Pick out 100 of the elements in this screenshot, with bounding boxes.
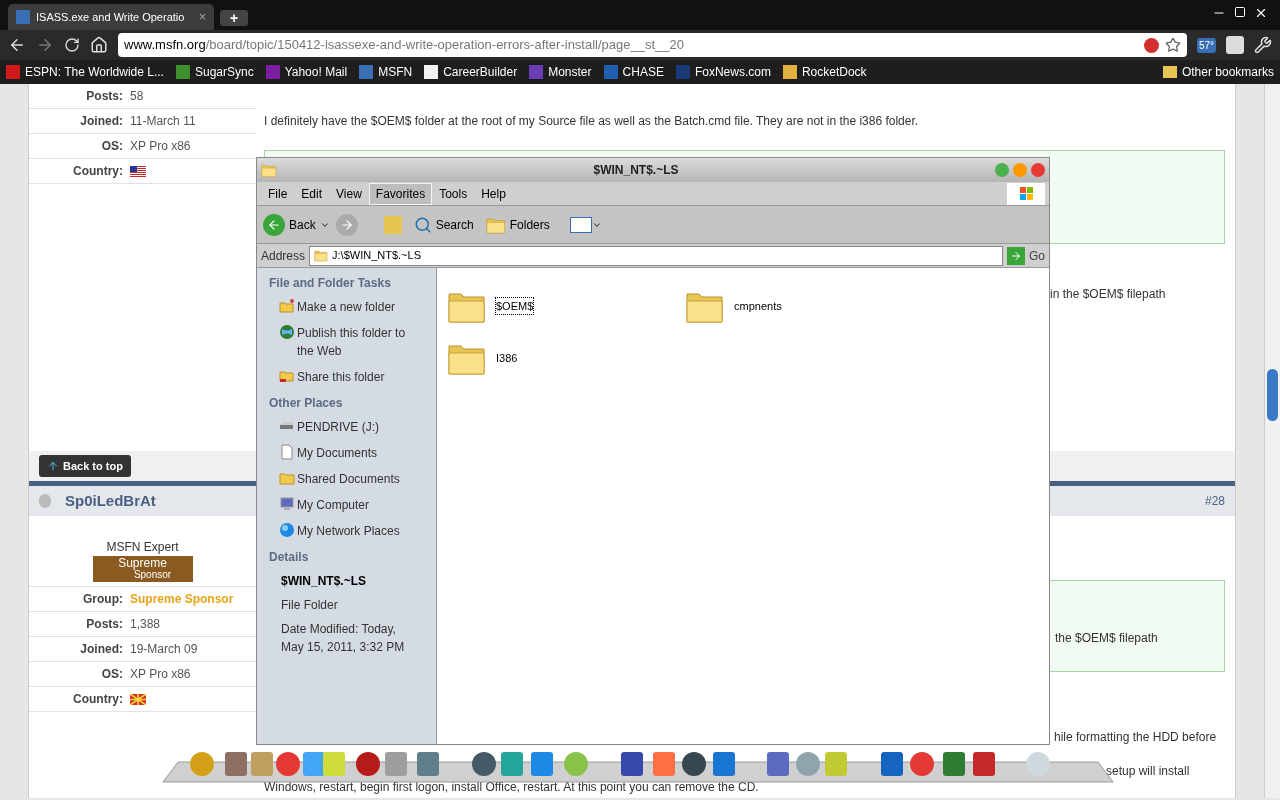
close-tab-button[interactable]: × <box>199 8 206 26</box>
windows-logo-icon <box>1007 182 1045 205</box>
task-link[interactable]: PENDRIVE (J:) <box>279 418 424 436</box>
menu-item[interactable]: View <box>329 182 369 205</box>
folder-icon <box>261 162 277 178</box>
field-label: Joined: <box>79 113 123 130</box>
detail-name: $WIN_NT$.~LS <box>281 573 368 590</box>
network-globe-icon <box>279 522 295 538</box>
folder-icon <box>1162 66 1177 78</box>
post-text-fragment: setup will install <box>1106 764 1191 778</box>
shared-folder-icon <box>279 368 295 384</box>
bookmark-link[interactable]: ESPN: The Worldwide L... <box>6 63 164 81</box>
task-link[interactable]: Shared Documents <box>279 470 424 488</box>
bookmark-star-icon[interactable] <box>1164 37 1181 53</box>
back-button[interactable]: Back <box>263 213 330 236</box>
search-icon <box>413 215 432 234</box>
flag-icon <box>130 165 146 177</box>
task-link[interactable]: My Network Places <box>279 522 424 540</box>
go-button[interactable]: Go <box>1007 246 1045 265</box>
wrench-icon[interactable] <box>1254 36 1272 54</box>
close-icon[interactable] <box>1254 6 1268 20</box>
weather-button[interactable]: 57° <box>1196 37 1216 53</box>
sponsor-badge: Supreme Sponsor <box>92 556 193 582</box>
folder-name[interactable]: $OEM$ <box>495 296 535 316</box>
task-link[interactable]: Make a new folder <box>279 298 424 316</box>
new-tab-button[interactable]: + <box>220 10 248 26</box>
address-field[interactable]: J:\$WIN_NT$.~LS <box>309 245 1003 266</box>
bookmark-link[interactable]: Yahoo! Mail <box>265 63 348 81</box>
folder-name[interactable]: cmpnents <box>733 296 783 316</box>
document-icon <box>279 444 295 460</box>
task-link[interactable]: My Documents <box>279 444 424 462</box>
scrollbar[interactable] <box>1264 84 1280 798</box>
window-title: $WIN_NT$.~LS <box>592 162 680 179</box>
post-text: Windows, restart, begin first logon, install Office, restart. At this point you can remove the CD. <box>264 780 760 794</box>
menu-item[interactable]: Favorites <box>368 182 433 205</box>
bookmark-link[interactable]: SugarSync <box>175 63 254 81</box>
computer-icon <box>279 496 295 512</box>
menu-item[interactable]: Help <box>474 182 513 205</box>
field-value: XP Pro x86 <box>130 138 191 155</box>
bookmark-link[interactable]: CHASE <box>603 63 664 81</box>
field-label: Country: <box>72 163 123 180</box>
member-rank: MSFN Expert <box>106 539 179 556</box>
back-to-top-button[interactable]: Back to top <box>39 455 131 477</box>
msfn-favicon-icon <box>16 10 30 24</box>
field-value: Supreme Sponsor <box>130 591 234 608</box>
detail-date: Date Modified: Today, May 15, 2011, 3:32 PM <box>281 621 406 656</box>
task-link[interactable]: Publish this folder to the Web <box>279 324 424 360</box>
section-heading: File and Folder Tasks <box>269 275 392 292</box>
folder-icon <box>314 249 329 262</box>
browser-tab[interactable]: ISASS.exe and Write Operatio × <box>8 4 214 30</box>
go-arrow-icon <box>1010 249 1022 262</box>
bookmark-link[interactable]: FoxNews.com <box>675 63 771 81</box>
folders-button[interactable]: Folders <box>485 215 550 234</box>
post-text: I definitely have the $OEM$ folder at the root of my Source file as well as the Batch.cmd file. They are not in the i386 folder. <box>264 113 920 130</box>
address-bar[interactable]: www.msfn.org/board/topic/150412-isassexe-and-write-operation-errors-after-install/page__st__20 <box>118 33 1187 57</box>
reload-icon[interactable] <box>64 37 80 53</box>
field-label: Posts: <box>85 616 123 633</box>
menu-item[interactable]: File <box>261 182 295 205</box>
new-folder-icon <box>279 298 295 314</box>
post-text-fragment: hile formatting the HDD before <box>1054 730 1218 744</box>
menu-item[interactable]: Edit <box>294 182 330 205</box>
field-value: XP Pro x86 <box>130 666 191 683</box>
close-button[interactable] <box>1031 163 1045 177</box>
back-icon[interactable] <box>8 36 26 54</box>
field-label: Posts: <box>85 88 123 105</box>
task-link[interactable]: My Computer <box>279 496 424 514</box>
section-heading: Other Places <box>269 395 344 412</box>
bookmark-link[interactable]: MSFN <box>359 63 413 81</box>
username[interactable]: Sp0iLedBrAt <box>65 489 156 513</box>
field-label: Country: <box>72 691 123 708</box>
field-label: Group: <box>82 591 123 608</box>
bookmark-link[interactable]: CareerBuilder <box>424 63 518 81</box>
address-label: Address <box>261 247 306 265</box>
search-button[interactable]: Search <box>413 215 474 234</box>
scroll-thumb[interactable] <box>1267 369 1278 421</box>
task-link[interactable]: Share this folder <box>279 368 424 386</box>
maximize-icon[interactable] <box>1234 6 1246 18</box>
detail-type: File Folder <box>281 597 339 614</box>
bookmark-link[interactable]: Monster <box>529 63 592 81</box>
field-value: 19-March 09 <box>130 641 198 658</box>
other-bookmarks-link[interactable]: Other bookmarks <box>1162 63 1274 81</box>
home-icon[interactable] <box>90 36 108 54</box>
folders-icon <box>485 215 506 234</box>
quote-text-fragment: the $OEM$ filepath <box>1055 631 1158 645</box>
url-text: www.msfn.org/board/topic/150412-isassexe-and-write-operation-errors-after-install/page__st__20 <box>124 36 684 55</box>
bookmark-link[interactable]: RocketDock <box>782 63 867 81</box>
flag-icon <box>130 693 146 705</box>
forward-icon[interactable] <box>36 36 54 54</box>
field-value: 11-March 11 <box>130 113 196 130</box>
menu-item[interactable]: Tools <box>432 182 475 205</box>
folder-name[interactable]: I386 <box>495 348 519 368</box>
user-avatar-icon <box>39 494 51 508</box>
adblock-icon[interactable] <box>1143 37 1159 53</box>
field-label: Joined: <box>79 641 123 658</box>
views-icon[interactable] <box>569 216 602 233</box>
globe-icon <box>279 324 295 340</box>
post-number[interactable]: #28 <box>1204 492 1225 510</box>
section-heading: Details <box>269 549 310 566</box>
tab-title: ISASS.exe and Write Operatio <box>36 9 186 25</box>
post-text-fragment: in the $OEM$ filepath <box>1050 286 1167 303</box>
